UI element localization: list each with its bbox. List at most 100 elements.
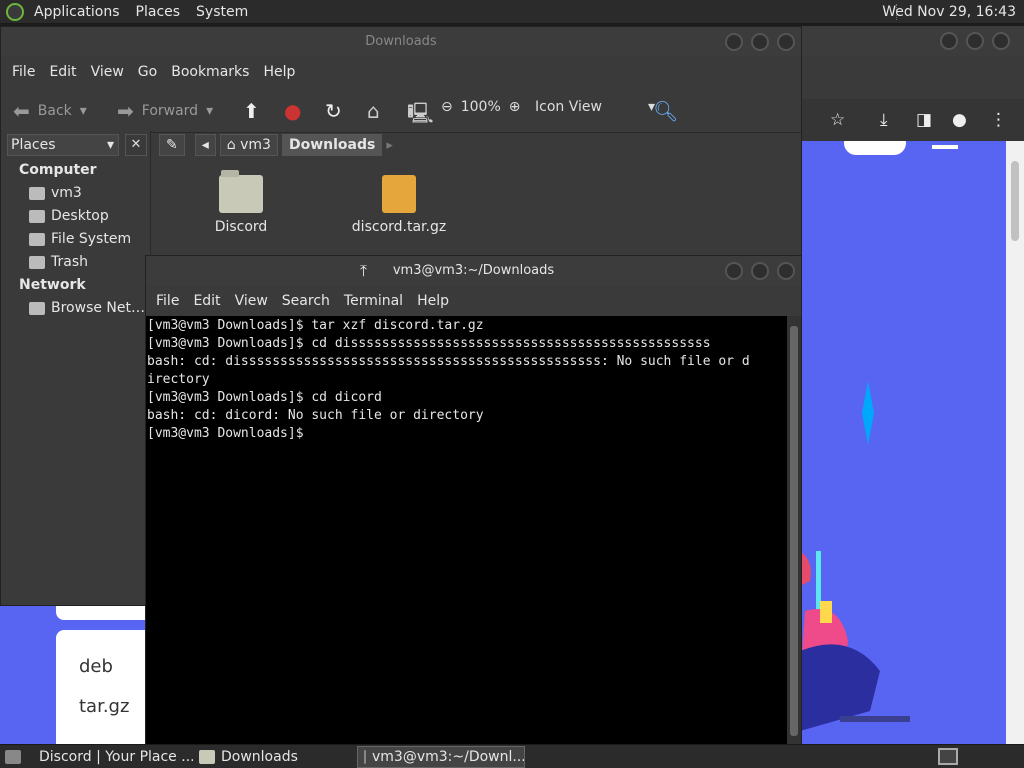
forward-dropdown-icon[interactable]: ▾ [206,103,213,119]
chevron-down-icon: ▾ [106,137,114,153]
download-options-card: deb tar.gz [56,630,146,744]
home-icon: ⌂ [226,137,236,153]
profile-icon[interactable]: ● [952,110,967,130]
view-mode-select[interactable]: Icon View ▾ [535,99,655,115]
kebab-menu-icon[interactable]: ⋮ [990,110,1007,130]
workspace-switcher-icon[interactable] [938,748,958,765]
fm-title: Downloads [365,34,437,49]
folder-icon [219,170,263,213]
taskbar-item-downloads[interactable]: Downloads [193,746,357,768]
back-dropdown-icon[interactable]: ▾ [80,103,87,119]
zoom-in-icon[interactable]: ⊕ [509,99,521,115]
path-forward-arrow-icon[interactable]: ▸ [386,138,393,153]
sidebar-close-button[interactable]: ✕ [125,134,147,156]
fm-menu-go[interactable]: Go [131,64,164,80]
terminal-line: bash: cd: dicord: No such file or direct… [147,408,484,423]
taskbar-item-terminal[interactable]: vm3@vm3:~/Downl... [357,745,525,768]
stop-button[interactable]: ● [284,99,301,123]
sparkle-icon [862,381,874,445]
download-icon[interactable]: ⤓ [880,110,888,130]
zoom-control[interactable]: ⊖ 100% ⊕ [441,99,521,115]
terminal-output[interactable]: [vm3@vm3 Downloads]$ tar xzf discord.tar… [146,316,787,744]
terminal-line: bash: cd: dissssssssssssssssssssssssssss… [147,354,750,369]
terminal-titlebar[interactable]: ⤒ vm3@vm3:~/Downloads [146,256,801,286]
terminal-icon [364,749,366,764]
fm-titlebar[interactable]: Downloads [1,27,801,57]
zoom-out-icon[interactable]: ⊖ [441,99,453,115]
terminal-prompt-line: [vm3@vm3 Downloads]$ [147,426,312,441]
term-menu-file[interactable]: File [149,293,186,309]
fm-menu-edit[interactable]: Edit [42,64,83,80]
edit-path-button[interactable]: ✎ [159,134,185,156]
terminal-maximize-button[interactable] [751,262,769,280]
sidebar-item-desktop[interactable]: Desktop [1,205,150,228]
menu-places[interactable]: Places [128,4,189,20]
clock[interactable]: Wed Nov 29, 16:43 [882,4,1016,20]
bookmark-star-icon[interactable]: ☆ [830,110,845,130]
path-bar: ✎ ◂ ⌂ vm3 Downloads ▸ [153,131,801,159]
fm-close-button[interactable] [777,33,795,51]
sidebar-item-vm3[interactable]: vm3 [1,182,150,205]
sidebar-item-browse-network[interactable]: Browse Net… [1,297,150,320]
stop-icon: ● [284,99,302,123]
forward-arrow-icon: ➡ [117,99,134,123]
term-menu-edit[interactable]: Edit [186,293,227,309]
term-menu-search[interactable]: Search [275,293,337,309]
top-panel: Applications Places System Wed Nov 29, 1… [0,0,1024,24]
minimize-button[interactable] [940,32,958,50]
file-item[interactable]: discord.tar.gz [349,175,449,235]
browser-titlebar[interactable] [800,26,1024,56]
back-arrow-icon: ⬅ [13,99,30,123]
computer-button[interactable]: 🖳 [407,99,434,133]
bottom-panel: Discord | Your Place ... Downloads vm3@v… [0,744,1024,768]
folder-icon [199,749,215,764]
desktop-icon [29,210,45,223]
home-folder-icon [29,187,45,200]
page-button[interactable] [844,141,906,155]
fm-menu-file[interactable]: File [5,64,42,80]
menu-applications[interactable]: Applications [26,4,128,20]
distro-logo-icon[interactable] [6,2,24,21]
maximize-button[interactable] [966,32,984,50]
terminal-line: [vm3@vm3 Downloads]$ cd dicord [147,390,382,405]
taskbar-item-browser[interactable]: Discord | Your Place ... [27,746,193,768]
reload-button[interactable]: ↻ [325,99,342,123]
search-button[interactable]: 🔍︎ [653,99,678,123]
terminal-scrollbar[interactable] [787,316,801,744]
option-tar-gz[interactable]: tar.gz [79,696,129,717]
up-button[interactable]: ⬆ [243,99,260,123]
terminal-close-button[interactable] [777,262,795,280]
breadcrumb-downloads[interactable]: Downloads [281,134,383,156]
fm-menu-bookmarks[interactable]: Bookmarks [164,64,256,80]
home-button[interactable]: ⌂ [367,99,380,123]
fm-menu-view[interactable]: View [84,64,131,80]
term-menu-terminal[interactable]: Terminal [337,293,410,309]
trash-icon [29,256,45,269]
fm-maximize-button[interactable] [751,33,769,51]
term-menu-help[interactable]: Help [410,293,456,309]
sidebar-item-file-system[interactable]: File System [1,228,150,251]
path-back-arrow-icon[interactable]: ◂ [194,134,216,156]
side-panel-icon[interactable]: ◨ [916,110,932,130]
menu-system[interactable]: System [188,4,256,20]
forward-button[interactable]: ➡ Forward ▾ [117,99,213,123]
file-item[interactable]: Discord [201,170,281,235]
option-deb[interactable]: deb [79,656,113,677]
breadcrumb-vm3[interactable]: ⌂ vm3 [219,134,278,156]
fm-menu-help[interactable]: Help [256,64,302,80]
drive-icon [29,233,45,246]
illustration [800,551,910,731]
browser-scrollbar[interactable] [1006,141,1024,744]
home-icon: ⌂ [367,99,380,123]
sidebar-selector[interactable]: Places ▾ [7,134,119,156]
fm-toolbar: ⬅ Back ▾ ➡ Forward ▾ ⬆ ● ↻ ⌂ 🖳 ⊖ 100% ⊕ Icon V… [1,87,801,133]
term-menu-view[interactable]: View [228,293,275,309]
close-button[interactable] [992,32,1010,50]
sidebar-item-trash[interactable]: Trash [1,251,150,274]
show-desktop-icon[interactable] [5,749,21,764]
terminal-minimize-button[interactable] [725,262,743,280]
up-arrow-icon: ⬆ [243,99,260,123]
hamburger-icon[interactable] [932,145,958,149]
fm-minimize-button[interactable] [725,33,743,51]
back-button[interactable]: ⬅ Back ▾ [13,99,87,123]
